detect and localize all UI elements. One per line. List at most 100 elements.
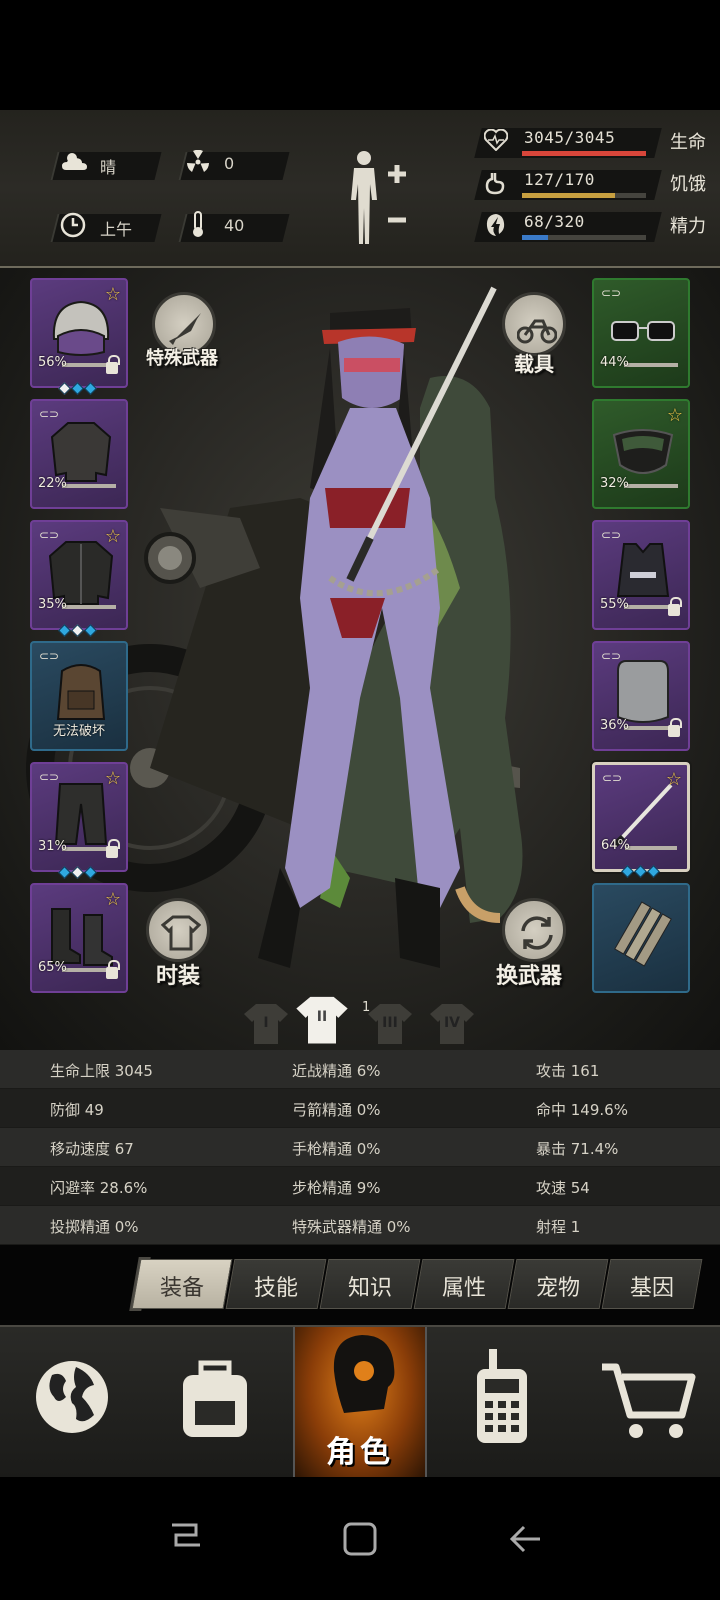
vehicle-label: 载具 [514,352,554,376]
vehicle-button[interactable] [502,292,566,356]
nav-world-map[interactable] [0,1327,145,1479]
radiation-icon [186,149,210,182]
recent-apps-icon[interactable] [166,1521,206,1557]
attribute-cell: 手枪精通 0% [292,1140,381,1158]
glasses-slot[interactable]: ⊂⊃ 44% [592,278,690,388]
attribute-row: 防御 49 弓箭精通 0% 命中 149.6% [0,1089,720,1127]
tshirt-icon [161,915,201,951]
temperature-value: 40 [224,216,245,235]
attribute-cell: 防御 49 [50,1101,104,1119]
walkie-talkie-icon [477,1349,527,1443]
android-nav-bar [0,1477,720,1600]
shield-slot[interactable]: ⊂⊃ 36% [592,641,690,751]
attribute-cell: 近战精通 6% [292,1062,381,1080]
mask-slot[interactable]: ☆ 32% [592,399,690,509]
boots-slot[interactable]: ☆ 65% [30,883,128,993]
outfit-tab-label: III [382,1015,398,1031]
jacket-slot[interactable]: ⊂⊃ ☆ 35% [30,520,128,637]
hunger-bar-fill [522,193,615,198]
vest-slot[interactable]: ⊂⊃ 55% [592,520,690,630]
gem-sockets [58,624,97,638]
outfit-tab-label: IV [443,1015,461,1031]
shirt-icon [50,422,112,482]
attribute-cell: 闪避率 28.6% [50,1179,148,1197]
outfit-tab-4[interactable]: IV [428,1000,476,1046]
glasses-durability: 44% [600,355,629,370]
helmet-slot[interactable]: ☆ 56% [30,278,128,395]
tab-pets-label: 宠物 [535,1276,580,1301]
vest-durability: 55% [600,597,629,612]
indestructible-note: 无法破坏 [52,724,105,739]
shirt-durability: 22% [38,476,67,491]
attribute-cell: 特殊武器精通 0% [292,1218,411,1236]
globe-icon [36,1361,108,1433]
attribute-cell: 命中 149.6% [536,1101,628,1119]
attribute-cell: 暴击 71.4% [536,1140,619,1158]
outfit-tab-label: II [316,1009,328,1025]
attribute-cell: 攻击 161 [536,1062,600,1080]
outfit-tab-3[interactable]: III [366,1000,414,1046]
lock-icon [668,597,682,616]
outfit-selector: I II 1 III IV [242,996,482,1048]
tab-genes-label: 基因 [629,1276,674,1301]
helmet-durability: 56% [38,355,67,370]
katana-durability: 64% [601,838,630,853]
energy-icon [484,213,506,243]
stomach-icon [484,171,506,201]
pants-durability: 31% [38,839,67,854]
tab-knowledge-label: 知识 [347,1276,392,1301]
nav-character[interactable]: 角色 [293,1327,427,1479]
energy-stat: 68/320 精力 [474,210,712,244]
cart-icon [602,1363,696,1438]
sunglasses-icon [611,321,675,341]
star-icon: ☆ [104,889,121,910]
tab-skills-label: 技能 [253,1276,298,1301]
outfit-tab-label: I [263,1015,269,1031]
special-weapon-label: 特殊武器 [146,348,218,369]
katana-slot[interactable]: ⊂⊃ ☆ 64% [592,762,690,878]
body-figure-icon [351,151,406,244]
thermometer-icon [190,210,206,246]
outfit-tab-2[interactable]: II [296,994,348,1044]
nav-backpack[interactable] [145,1327,293,1479]
motorcycle-icon [517,319,557,344]
nav-shop[interactable] [572,1327,720,1479]
shield-durability: 36% [600,718,629,733]
attribute-row: 生命上限 3045 近战精通 6% 攻击 161 [0,1050,720,1088]
character-tab-bar: 装备 技能 知识 属性 宠物 基因 [0,1245,720,1325]
energy-label: 精力 [670,216,706,237]
backpack-slot[interactable]: ⊂⊃ 无法破坏 [30,641,128,751]
body-status-button[interactable] [346,148,416,248]
swap-icon [521,916,553,950]
gem-sockets [621,865,660,879]
nav-radio[interactable] [427,1327,572,1479]
star-icon: ☆ [104,768,121,789]
nav-character-label: 角色 [326,1435,394,1470]
fashion-label: 时装 [156,964,201,989]
health-bar-fill [522,151,646,156]
swap-weapon-label: 换武器 [496,964,563,989]
radiation-value: 0 [224,154,235,173]
explosive-slot[interactable] [592,883,690,993]
lock-icon [106,960,120,979]
home-icon[interactable] [342,1521,378,1557]
lock-icon [106,839,120,858]
attribute-cell: 射程 1 [536,1218,581,1236]
pants-slot[interactable]: ⊂⊃ ☆ 31% [30,762,128,879]
attribute-table: 生命上限 3045 近战精通 6% 攻击 161 防御 49 弓箭精通 0% 命… [0,1050,720,1245]
back-icon[interactable] [508,1521,544,1557]
health-value: 3045/3045 [524,128,616,147]
time-of-day: 上午 [100,220,133,239]
star-icon: ☆ [666,405,683,426]
hunger-stat: 127/170 饥饿 [474,168,712,202]
health-stat: 3045/3045 生命 [474,126,712,160]
attribute-cell: 攻速 54 [536,1179,590,1197]
fashion-button[interactable] [146,898,210,962]
outfit-tab-1[interactable]: I [242,1000,290,1046]
backpack-icon [183,1360,247,1437]
backpack-icon [56,664,106,720]
weather-condition: 晴 [100,158,117,177]
health-label: 生命 [670,132,706,153]
shirt-slot[interactable]: ⊂⊃ 22% [30,399,128,509]
swap-weapon-button[interactable] [502,898,566,962]
